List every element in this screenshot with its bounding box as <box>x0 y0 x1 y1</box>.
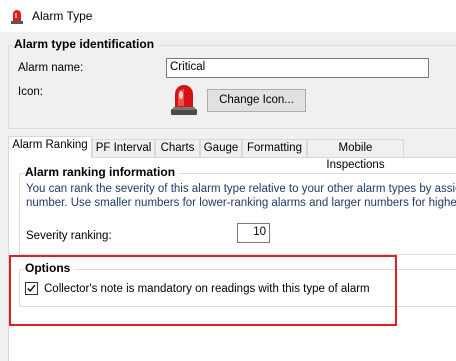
alarm-name-input[interactable]: Critical <box>166 58 429 78</box>
ranking-description-line2: number. Use smaller numbers for lower-ra… <box>26 197 456 209</box>
severity-ranking-label: Severity ranking: <box>26 230 112 242</box>
red-alarm-beacon-icon <box>171 85 197 115</box>
tab-gauge[interactable]: Gauge <box>200 139 242 157</box>
tab-pf-interval[interactable]: PF Interval <box>92 139 155 157</box>
tab-charts[interactable]: Charts <box>155 139 200 157</box>
tab-formatting[interactable]: Formatting <box>242 139 307 157</box>
tab-mobile-inspections[interactable]: Mobile Inspections <box>307 139 404 171</box>
change-icon-button[interactable]: Change Icon... <box>207 89 306 112</box>
tab-alarm-ranking[interactable]: Alarm Ranking <box>8 136 92 158</box>
ranking-description-line1: You can rank the severity of this alarm … <box>26 183 456 195</box>
alarm-beacon-icon <box>11 10 23 24</box>
identification-group-title: Alarm type identification <box>14 37 159 51</box>
alarm-ranking-group-title: Alarm ranking information <box>25 165 180 179</box>
title-bar: Alarm Type <box>0 0 456 32</box>
window-title: Alarm Type <box>32 9 93 23</box>
alarm-name-label: Alarm name: <box>18 62 84 74</box>
highlight-box <box>9 255 397 326</box>
severity-ranking-input[interactable]: 10 <box>237 223 270 243</box>
icon-label: Icon: <box>18 86 43 98</box>
